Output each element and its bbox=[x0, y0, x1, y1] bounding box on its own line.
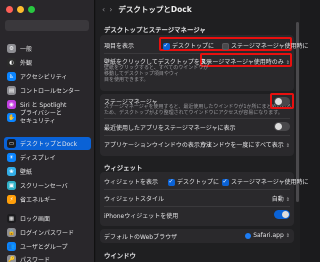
chevron-updown-icon: ⇕ bbox=[285, 197, 290, 203]
toggle-knob bbox=[282, 211, 289, 218]
sidebar-item[interactable]: 🔒 ログインパスワード bbox=[4, 226, 91, 239]
app-windows-select[interactable]: ウインドウを一度にすべて表示 ⇕ bbox=[200, 140, 290, 149]
search-input[interactable] bbox=[5, 20, 89, 31]
click-wallpaper-desc-3: 目を使用できます。 bbox=[104, 77, 149, 83]
section-title-windows: ウインドウ bbox=[104, 252, 136, 260]
display-icon: ☀ bbox=[7, 153, 16, 162]
gear-icon: ⚙ bbox=[7, 44, 16, 53]
sidebar-item-label: 壁紙 bbox=[20, 169, 33, 176]
recent-apps-toggle[interactable] bbox=[274, 122, 290, 131]
stage-manager-toggle[interactable] bbox=[274, 97, 290, 106]
sidebar-item-label: スクリーンセーバ bbox=[20, 183, 68, 190]
sidebar-item[interactable]: ✋ プライバシーと セキュリティ bbox=[4, 110, 91, 125]
iphone-widgets-toggle[interactable] bbox=[274, 210, 290, 219]
widgets-desktop-checkbox[interactable] bbox=[168, 178, 175, 186]
recent-apps-label: 最近使用したアプリをステージマネージャに表示 bbox=[104, 125, 236, 132]
app-windows-value: ウインドウを一度にすべて表示 bbox=[200, 142, 284, 149]
divider bbox=[104, 189, 290, 190]
accessibility-icon: ♿ bbox=[7, 72, 16, 81]
stage-manager-desc-2: ため、デスクトップがより整理されてウインドウにアクセスが容易になります。 bbox=[104, 110, 283, 116]
sidebar: ⚙ 一般 ◐ 外観 ♿ アクセシビリティ ▤ コントロールセンター ◉ Siri と Spotli… bbox=[0, 0, 95, 262]
siri-icon: ◉ bbox=[7, 100, 16, 109]
control-center-icon: ▤ bbox=[7, 86, 16, 95]
sidebar-item[interactable]: ▤ コントロールセンター bbox=[4, 84, 91, 97]
sidebar-item-label: アクセシビリティ bbox=[20, 74, 68, 81]
chevron-updown-icon: ⇕ bbox=[285, 233, 290, 239]
sidebar-item-label: ロック画面 bbox=[20, 216, 51, 223]
sidebar-item-label: Siri と Spotlight bbox=[20, 102, 67, 109]
appearance-icon: ◐ bbox=[7, 58, 16, 67]
widgets-stage-checkbox-label: ステージマネージャ使用時に bbox=[231, 179, 309, 186]
sidebar-item[interactable]: ⚡ 省エネルギー bbox=[4, 193, 91, 206]
sidebar-item[interactable]: ▣ スクリーンセーバ bbox=[4, 179, 91, 192]
stage-manager-items-checkbox-row[interactable]: ステージマネージャ使用時に bbox=[222, 41, 308, 50]
iphone-widgets-label: iPhoneウィジェットを使用 bbox=[104, 213, 179, 220]
sidebar-item-label: ディスプレイ bbox=[20, 155, 56, 162]
sidebar-item-label: コントロールセンター bbox=[20, 88, 81, 95]
section-title-desktop-stage: デスクトップとステージマネージャ bbox=[104, 26, 206, 34]
sidebar-item-label: パスワード bbox=[20, 257, 51, 262]
stage-manager-items-checkbox-label: ステージマネージャ使用時に bbox=[231, 43, 309, 50]
default-browser-select[interactable]: Safari.app ⇕ bbox=[245, 232, 290, 239]
default-browser-value: Safari.app bbox=[253, 232, 284, 239]
sidebar-item-label: 一般 bbox=[20, 46, 33, 53]
sidebar-item-label: 省エネルギー bbox=[20, 197, 57, 204]
sidebar-item[interactable]: 👥 ユーザとグループ bbox=[4, 240, 91, 253]
page-title: デスクトップとDock bbox=[118, 4, 192, 14]
back-button[interactable]: ‹ bbox=[102, 5, 105, 14]
widgets-desktop-checkbox-row[interactable]: デスクトップに bbox=[168, 177, 219, 186]
close-window-button[interactable] bbox=[6, 6, 13, 13]
chevron-updown-icon: ⇕ bbox=[285, 143, 290, 149]
sidebar-item[interactable]: ⚙ 一般 bbox=[4, 42, 91, 55]
sidebar-item-label: ユーザとグループ bbox=[20, 244, 68, 251]
desktop-checkbox-row[interactable]: デスクトップに bbox=[163, 41, 214, 50]
widget-style-value: 自動 bbox=[271, 196, 284, 203]
sidebar-item[interactable]: ◐ 外観 bbox=[4, 56, 91, 69]
toggle-knob bbox=[275, 123, 282, 130]
hand-icon: ✋ bbox=[7, 113, 16, 122]
minimize-window-button[interactable] bbox=[17, 6, 24, 13]
sidebar-item-label: プライバシーと セキュリティ bbox=[20, 110, 62, 125]
widgets-desktop-checkbox-label: デスクトップに bbox=[177, 179, 220, 186]
widget-style-label: ウィジェットスタイル bbox=[104, 196, 165, 203]
dock-icon: ▭ bbox=[7, 139, 16, 148]
titlebar: ‹ › デスクトップとDock bbox=[96, 0, 300, 18]
sidebar-item-label: デスクトップとDock bbox=[20, 141, 78, 148]
divider bbox=[104, 118, 290, 119]
desktop-checkbox-label: デスクトップに bbox=[172, 43, 215, 50]
stage-manager-items-checkbox[interactable] bbox=[222, 43, 229, 50]
sidebar-item[interactable]: ▦ ロック画面 bbox=[4, 212, 91, 225]
widgets-stage-checkbox[interactable] bbox=[222, 178, 229, 186]
divider bbox=[104, 206, 290, 207]
forward-button[interactable]: › bbox=[109, 5, 112, 14]
widgets-stage-checkbox-row[interactable]: ステージマネージャ使用時に bbox=[222, 177, 308, 186]
lock-screen-icon: ▦ bbox=[7, 214, 16, 223]
window-controls bbox=[6, 6, 35, 13]
wallpaper-icon: ❀ bbox=[7, 167, 16, 176]
key-icon: 🔑 bbox=[7, 255, 16, 262]
lock-icon: 🔒 bbox=[7, 228, 16, 237]
widget-style-select[interactable]: 自動 ⇕ bbox=[272, 194, 290, 203]
sidebar-item[interactable]: ♿ アクセシビリティ bbox=[4, 70, 91, 83]
users-icon: 👥 bbox=[7, 242, 16, 251]
sidebar-item[interactable]: ☀ ディスプレイ bbox=[4, 151, 91, 164]
energy-icon: ⚡ bbox=[7, 195, 16, 204]
toggle-knob bbox=[275, 98, 282, 105]
sidebar-item-label: 外観 bbox=[20, 60, 33, 67]
sidebar-item-label: ログインパスワード bbox=[20, 230, 75, 237]
sidebar-item[interactable]: 🔑 パスワード bbox=[4, 253, 91, 262]
divider bbox=[104, 135, 290, 136]
section-title-widgets: ウィジェット bbox=[104, 164, 143, 172]
screensaver-icon: ▣ bbox=[7, 181, 16, 190]
safari-icon bbox=[245, 232, 252, 239]
desktop-checkbox[interactable] bbox=[163, 42, 170, 50]
zoom-window-button[interactable] bbox=[28, 6, 35, 13]
sidebar-item[interactable]: ▭ デスクトップとDock bbox=[4, 137, 91, 150]
sidebar-item[interactable]: ❀ 壁紙 bbox=[4, 165, 91, 178]
